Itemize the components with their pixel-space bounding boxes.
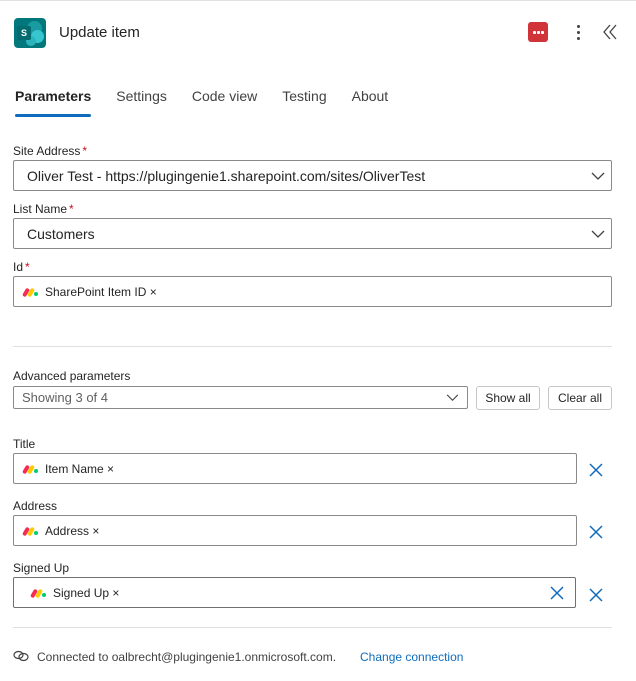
monday-icon (22, 463, 39, 475)
tab-testing[interactable]: Testing (282, 88, 326, 116)
advanced-parameters-value: Showing 3 of 4 (22, 390, 109, 405)
id-input[interactable]: SharePoint Item ID × (13, 276, 612, 307)
tab-parameters[interactable]: Parameters (15, 88, 92, 117)
site-address-label: Site Address * (13, 144, 87, 158)
required-marker: * (82, 144, 88, 158)
double-chevron-left-icon[interactable] (602, 23, 618, 41)
remove-signed-up-param-icon[interactable] (588, 587, 604, 603)
advanced-parameters-label: Advanced parameters (13, 369, 131, 383)
title-param-token[interactable]: Item Name × (22, 462, 115, 476)
monday-icon (30, 587, 47, 599)
required-marker: * (69, 202, 74, 216)
connection-status: Connected to oalbrecht@plugingenie1.onmi… (37, 650, 337, 664)
remove-address-param-icon[interactable] (588, 524, 604, 540)
change-connection-link[interactable]: Change connection (360, 650, 463, 664)
tab-bar: Parameters Settings Code view Testing Ab… (15, 88, 413, 120)
more-dots-icon[interactable] (528, 22, 548, 42)
address-param-label: Address (13, 499, 58, 513)
title-param-input[interactable]: Item Name × (13, 453, 577, 484)
sharepoint-logo-letter: S (17, 26, 31, 40)
panel-header: S Update item (0, 0, 636, 66)
chevron-down-icon[interactable] (591, 230, 605, 239)
signed-up-param-input[interactable]: Signed Up × (13, 577, 576, 608)
monday-icon (22, 525, 39, 537)
list-name-dropdown[interactable]: Customers (13, 218, 612, 249)
action-title[interactable]: Update item (59, 24, 140, 41)
section-divider (13, 346, 612, 347)
site-address-dropdown[interactable]: Oliver Test - https://plugingenie1.share… (13, 160, 612, 191)
tab-settings[interactable]: Settings (116, 88, 167, 116)
chevron-down-icon[interactable] (591, 172, 605, 181)
tab-about[interactable]: About (352, 88, 389, 116)
footer-divider (13, 627, 612, 628)
list-name-value: Customers (27, 226, 95, 242)
sharepoint-icon: S (14, 18, 46, 48)
id-token-label: SharePoint Item ID × (45, 285, 157, 299)
id-label: Id * (13, 260, 30, 274)
link-icon (13, 650, 29, 662)
site-address-value: Oliver Test - https://plugingenie1.share… (27, 168, 426, 184)
monday-icon (22, 286, 39, 298)
show-all-button[interactable]: Show all (476, 386, 540, 410)
signed-up-param-token-label: Signed Up × (53, 586, 120, 600)
chevron-down-icon[interactable] (446, 394, 459, 402)
required-marker: * (25, 260, 30, 274)
address-param-token-label: Address × (45, 524, 100, 538)
remove-title-param-icon[interactable] (588, 462, 604, 478)
tab-code-view[interactable]: Code view (192, 88, 257, 116)
signed-up-param-token[interactable]: Signed Up × (30, 586, 120, 600)
more-vertical-icon[interactable] (570, 22, 586, 42)
list-name-label: List Name * (13, 202, 74, 216)
signed-up-param-label: Signed Up (13, 561, 70, 575)
address-param-input[interactable]: Address × (13, 515, 577, 546)
site-address-label-text: Site Address (13, 144, 81, 158)
id-label-text: Id (13, 260, 24, 274)
clear-all-button[interactable]: Clear all (548, 386, 612, 410)
clear-signed-up-input-icon[interactable] (549, 585, 565, 601)
title-param-token-label: Item Name × (45, 462, 115, 476)
advanced-parameters-dropdown[interactable]: Showing 3 of 4 (13, 386, 468, 409)
id-token[interactable]: SharePoint Item ID × (22, 285, 157, 299)
address-param-token[interactable]: Address × (22, 524, 100, 538)
title-param-label: Title (13, 437, 36, 451)
list-name-label-text: List Name (13, 202, 68, 216)
